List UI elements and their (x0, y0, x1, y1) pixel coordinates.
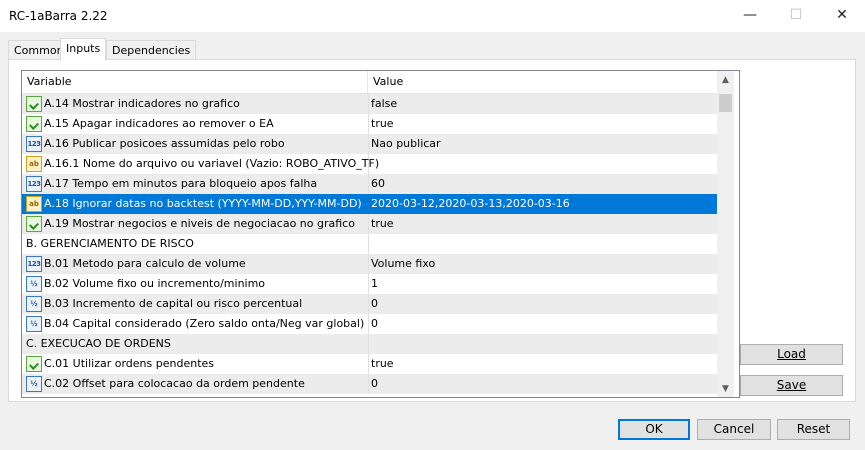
variable-name: A.16.1 Nome do arquivo ou variavel (Vazi… (44, 157, 380, 170)
value-cell[interactable]: Nao publicar (369, 134, 711, 154)
variable-name: B.02 Volume fixo ou incremento/minimo (44, 277, 266, 290)
variable-cell: 123 A.16 Publicar posicoes assumidas pelo… (22, 134, 369, 154)
variable-name: C. EXECUCAO DE ORDENS (26, 337, 171, 350)
value-cell[interactable] (369, 154, 711, 174)
window-title: RC-1aBarra 2.22 (9, 9, 108, 23)
variable-cell: 123 B.01 Metodo para calculo de volume (22, 254, 369, 274)
variable-cell: A.15 Apagar indicadores ao remover o EA (22, 114, 369, 134)
cancel-button[interactable]: Cancel (697, 419, 771, 440)
variable-cell: ab A.16.1 Nome do arquivo ou variavel (Va… (22, 154, 379, 174)
bool-icon (26, 216, 42, 232)
table-row[interactable]: A.19 Mostrar negocios e niveis de negoci… (22, 214, 717, 234)
number-icon: 123 (26, 136, 42, 152)
variable-name: B.03 Incremento de capital ou risco perc… (44, 297, 303, 310)
inputs-table: Variable Value A.14 Mostrar indicadores … (21, 70, 740, 398)
variable-cell: C. EXECUCAO DE ORDENS (22, 334, 369, 354)
table-row[interactable]: ½ B.02 Volume fixo ou incremento/minimo 1 (22, 274, 717, 294)
reset-button[interactable]: Reset (777, 419, 850, 440)
ok-button[interactable]: OK (618, 419, 690, 440)
number-icon: 123 (26, 176, 42, 192)
bool-icon (26, 96, 42, 112)
value-cell[interactable]: false (369, 94, 711, 114)
table-row[interactable]: ½ B.04 Capital considerado (Zero saldo on… (22, 314, 717, 334)
table-row[interactable]: 123 A.17 Tempo em minutos para bloqueio a… (22, 174, 717, 194)
variable-cell: ½ B.04 Capital considerado (Zero saldo on… (22, 314, 369, 334)
fraction-icon: ½ (26, 376, 42, 392)
variable-name: B.04 Capital considerado (Zero saldo ont… (44, 317, 365, 330)
save-button[interactable]: Save (740, 375, 843, 396)
variable-name: C.02 Offset para colocacao da ordem pend… (44, 377, 305, 390)
variable-cell: A.14 Mostrar indicadores no grafico (22, 94, 369, 114)
value-cell[interactable]: true (369, 214, 711, 234)
tab-inputs[interactable]: Inputs (60, 38, 107, 60)
scroll-up-icon[interactable]: ▲ (717, 71, 734, 88)
variable-cell: C.01 Utilizar ordens pendentes (22, 354, 369, 374)
fraction-icon: ½ (26, 316, 42, 332)
table-row[interactable]: 123 A.16 Publicar posicoes assumidas pelo… (22, 134, 717, 154)
variable-name: B. GERENCIAMENTO DE RISCO (26, 237, 194, 250)
table-body: A.14 Mostrar indicadores no grafico false… (22, 94, 717, 394)
column-header-value[interactable]: Value (368, 71, 713, 93)
table-row[interactable]: A.15 Apagar indicadores ao remover o EA t… (22, 114, 717, 134)
variable-name: C.01 Utilizar ordens pendentes (44, 357, 215, 370)
value-cell[interactable]: 0 (369, 314, 711, 334)
variable-name: B.01 Metodo para calculo de volume (44, 257, 246, 270)
title-bar: RC-1aBarra 2.22 — ☐ ✕ (0, 0, 865, 32)
tab-dependencies[interactable]: Dependencies (106, 40, 197, 60)
variable-name: A.18 Ignorar datas no backtest (YYYY-MM-… (44, 197, 362, 210)
variable-cell: 123 A.17 Tempo em minutos para bloqueio a… (22, 174, 369, 194)
variable-cell: ab A.18 Ignorar datas no backtest (YYYY-M… (22, 194, 369, 214)
value-cell[interactable]: 0 (369, 374, 711, 394)
variable-name: A.16 Publicar posicoes assumidas pelo ro… (44, 137, 285, 150)
table-row[interactable]: ab A.16.1 Nome do arquivo ou variavel (Va… (22, 154, 717, 174)
scroll-down-icon[interactable]: ▼ (717, 380, 734, 397)
bool-icon (26, 116, 42, 132)
fraction-icon: ½ (26, 276, 42, 292)
close-icon[interactable]: ✕ (819, 0, 865, 30)
maximize-icon[interactable]: ☐ (773, 0, 819, 30)
table-row[interactable]: ½ C.02 Offset para colocacao da ordem pen… (22, 374, 717, 394)
variable-name: A.15 Apagar indicadores ao remover o EA (44, 117, 274, 130)
value-cell[interactable]: 2020-03-12,2020-03-13,2020-03-16 (369, 194, 711, 214)
variable-name: A.17 Tempo em minutos para bloqueio apos… (44, 177, 318, 190)
string-icon: ab (26, 156, 42, 172)
scroll-thumb[interactable] (719, 94, 732, 112)
variable-name: A.19 Mostrar negocios e niveis de negoci… (44, 217, 355, 230)
value-cell[interactable] (369, 334, 711, 354)
string-icon: ab (26, 196, 42, 212)
table-row[interactable]: 123 B.01 Metodo para calculo de volume Vol… (22, 254, 717, 274)
value-cell[interactable]: Volume fixo (369, 254, 711, 274)
bool-icon (26, 356, 42, 372)
table-row[interactable]: A.14 Mostrar indicadores no grafico false (22, 94, 717, 114)
value-cell[interactable]: true (369, 354, 711, 374)
column-header-variable[interactable]: Variable (22, 71, 368, 93)
value-cell[interactable]: 0 (369, 294, 711, 314)
fraction-icon: ½ (26, 296, 42, 312)
number-icon: 123 (26, 256, 42, 272)
table-row[interactable]: ab A.18 Ignorar datas no backtest (YYYY-M… (22, 194, 717, 214)
inputs-panel: Variable Value A.14 Mostrar indicadores … (8, 59, 856, 402)
variable-cell: ½ B.03 Incremento de capital ou risco per… (22, 294, 369, 314)
variable-cell: ½ C.02 Offset para colocacao da ordem pen… (22, 374, 369, 394)
value-cell[interactable]: 60 (369, 174, 711, 194)
value-cell[interactable] (369, 234, 711, 254)
table-row[interactable]: C.01 Utilizar ordens pendentes true (22, 354, 717, 374)
load-button-label: Load (777, 347, 806, 361)
section-row[interactable]: B. GERENCIAMENTO DE RISCO (22, 234, 717, 254)
value-cell[interactable]: true (369, 114, 711, 134)
table-header: Variable Value (22, 71, 717, 94)
minimize-icon[interactable]: — (727, 0, 773, 30)
save-button-label: Save (776, 378, 807, 392)
variable-cell: B. GERENCIAMENTO DE RISCO (22, 234, 369, 254)
variable-cell: ½ B.02 Volume fixo ou incremento/minimo (22, 274, 369, 294)
variable-cell: A.19 Mostrar negocios e niveis de negoci… (22, 214, 369, 234)
variable-name: A.14 Mostrar indicadores no grafico (44, 97, 240, 110)
load-button[interactable]: Load (740, 344, 843, 365)
section-row[interactable]: C. EXECUCAO DE ORDENS (22, 334, 717, 354)
table-row[interactable]: ½ B.03 Incremento de capital ou risco per… (22, 294, 717, 314)
vertical-scrollbar[interactable]: ▲ ▼ (717, 71, 734, 397)
value-cell[interactable]: 1 (369, 274, 711, 294)
